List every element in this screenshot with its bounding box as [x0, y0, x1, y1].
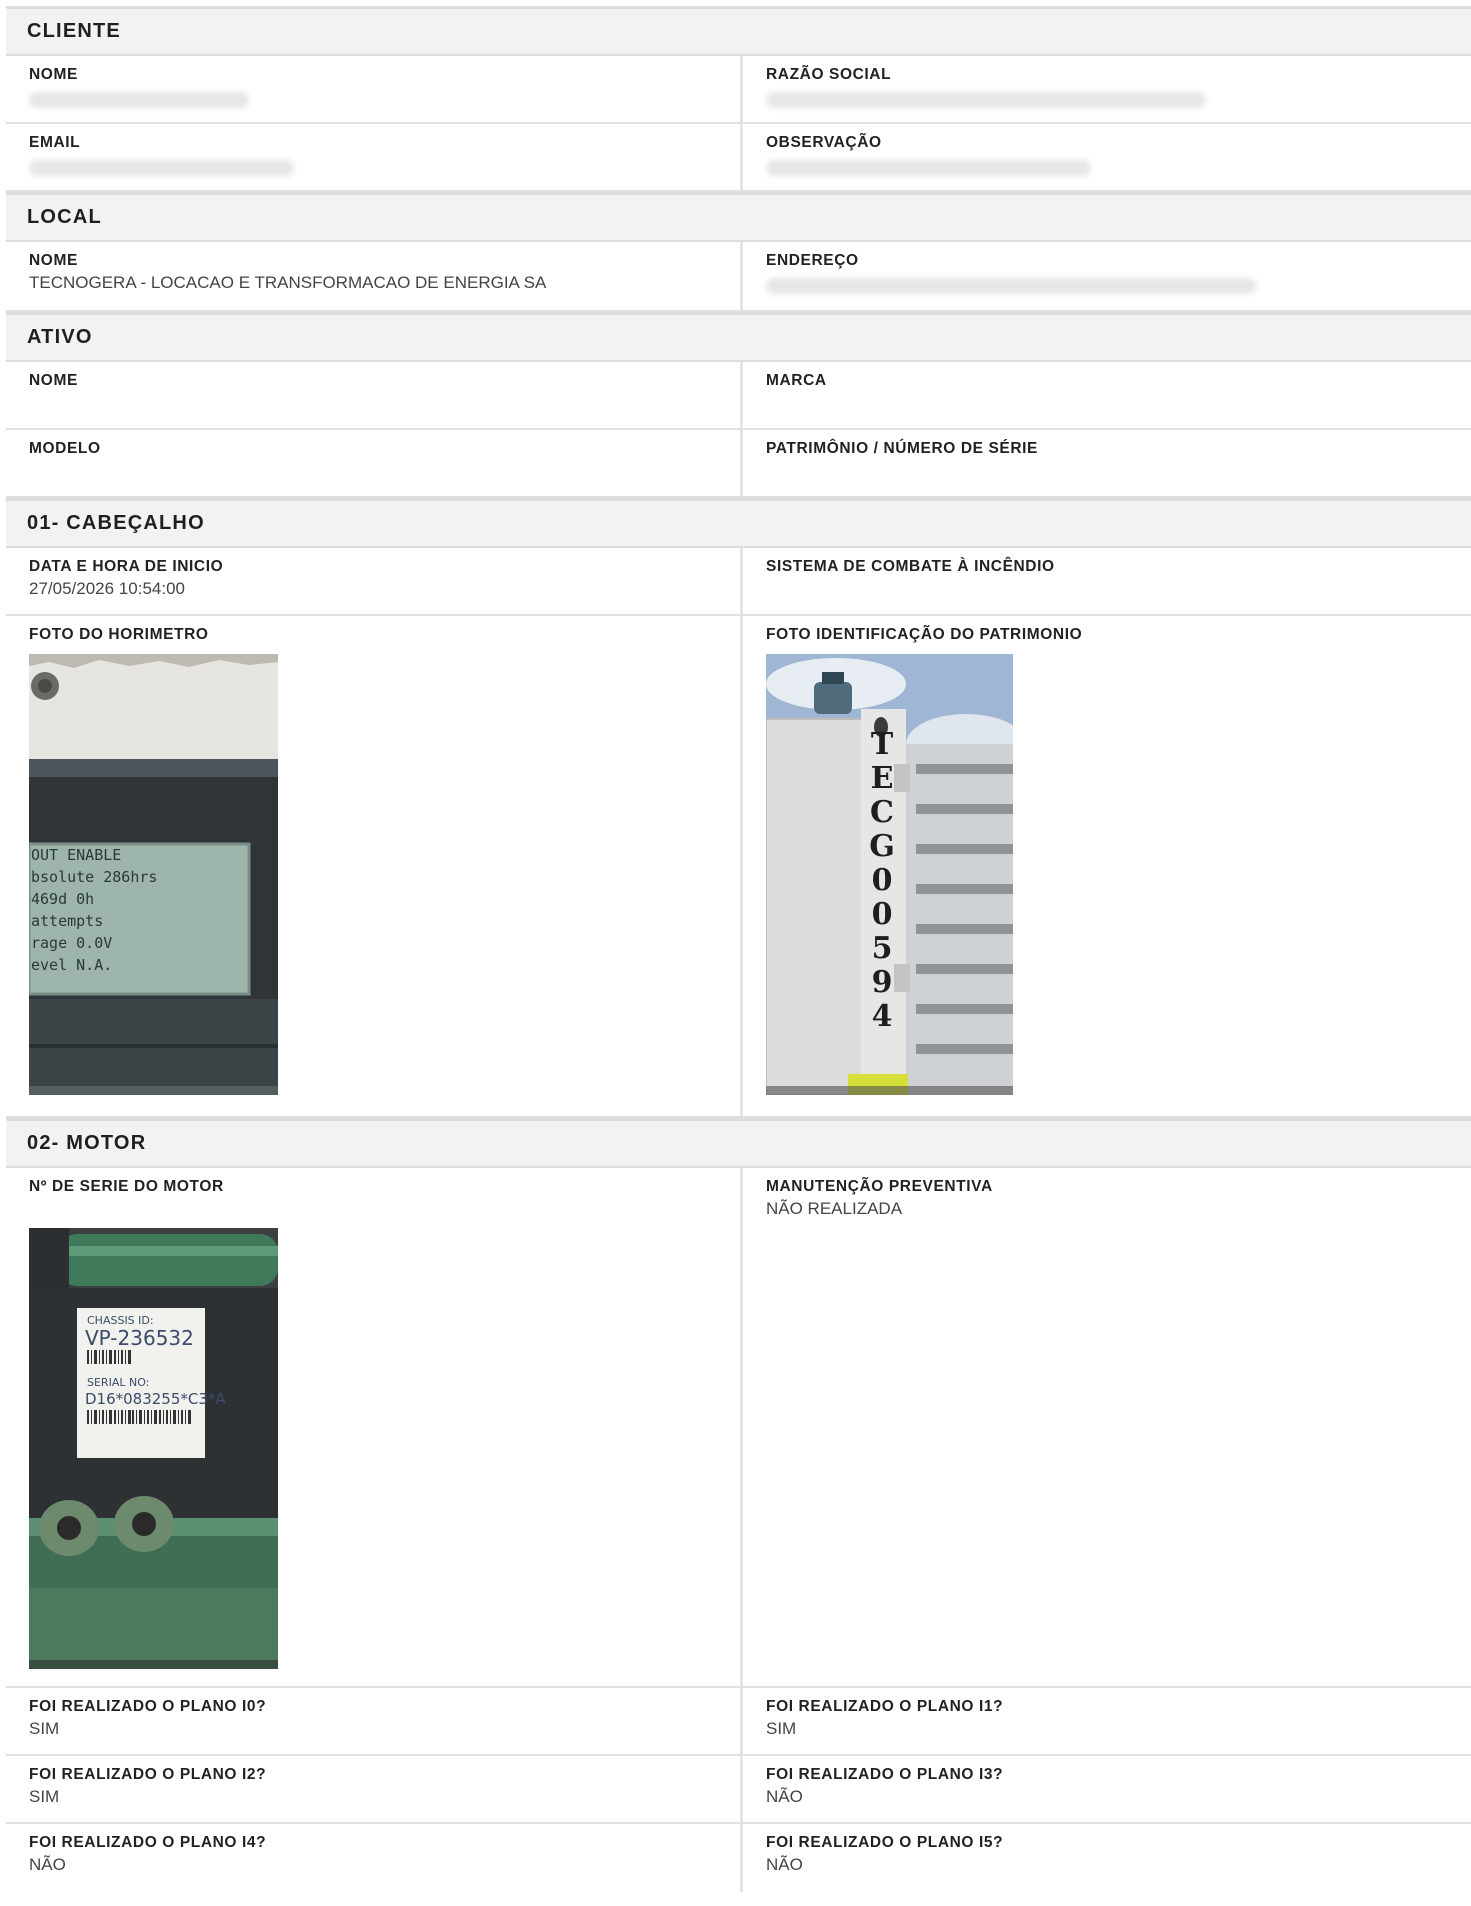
screen-line: evel N.A.	[31, 956, 112, 974]
row-cabecalho-1: DATA E HORA DE INICIO 27/05/2026 10:54:0…	[6, 548, 1471, 616]
field-value: NÃO	[766, 1855, 803, 1874]
row-planos-1: FOI REALIZADO O PLANO I0? SIM FOI REALIZ…	[6, 1688, 1471, 1756]
stencil-glyph: T	[871, 727, 894, 762]
field-value: SIM	[29, 1719, 60, 1738]
field-label: NOME	[29, 252, 78, 269]
stencil-glyph: G	[869, 829, 895, 864]
row-ativo-1: NOME MARCA	[6, 362, 1471, 430]
stencil-glyph: C	[870, 795, 894, 830]
stencil-glyph: E	[871, 761, 894, 796]
row-planos-2: FOI REALIZADO O PLANO I2? SIM FOI REALIZ…	[6, 1756, 1471, 1824]
row-local-1: NOME TECNOGERA - LOCACAO E TRANSFORMACAO…	[6, 242, 1471, 312]
field-label: FOI REALIZADO O PLANO I2?	[29, 1766, 267, 1783]
field-label: RAZÃO SOCIAL	[766, 66, 892, 83]
field-plano-i4: FOI REALIZADO O PLANO I4? NÃO	[6, 1824, 743, 1892]
section-ativo-title: ATIVO	[6, 312, 1471, 362]
field-plano-i3: FOI REALIZADO O PLANO I3? NÃO	[743, 1756, 1471, 1822]
plate-chassis-value: VP-236532	[85, 1326, 194, 1350]
field-label: EMAIL	[29, 134, 81, 151]
field-value: 27/05/2026 10:54:00	[29, 579, 185, 598]
field-sistema-combate-incendio: SISTEMA DE COMBATE À INCÊNDIO	[743, 548, 1471, 614]
field-local-endereco: ENDEREÇO	[743, 242, 1471, 310]
field-label: SISTEMA DE COMBATE À INCÊNDIO	[766, 558, 1055, 575]
row-ativo-2: MODELO PATRIMÔNIO / NÚMERO DE SÉRIE	[6, 430, 1471, 498]
motor-serial-photo[interactable]: CHASSIS ID: VP-236532 SERIAL NO: D16*083…	[29, 1228, 278, 1669]
field-label: PATRIMÔNIO / NÚMERO DE SÉRIE	[766, 440, 1038, 457]
field-ativo-patrimonio: PATRIMÔNIO / NÚMERO DE SÉRIE	[743, 430, 1471, 496]
field-serie-motor: Nº DE SERIE DO MOTOR CHASSIS ID: VP-2365…	[6, 1168, 743, 1686]
field-label: ENDEREÇO	[766, 252, 859, 269]
field-label: FOTO DO HORIMETRO	[29, 626, 209, 643]
field-label: MODELO	[29, 440, 101, 457]
field-cliente-observacao: OBSERVAÇÃO	[743, 124, 1471, 190]
row-motor-1: Nº DE SERIE DO MOTOR CHASSIS ID: VP-2365…	[6, 1168, 1471, 1688]
stencil-glyph: 9	[872, 965, 893, 1000]
field-label: DATA E HORA DE INICIO	[29, 558, 224, 575]
row-planos-3: FOI REALIZADO O PLANO I4? NÃO FOI REALIZ…	[6, 1824, 1471, 1892]
field-label: FOI REALIZADO O PLANO I5?	[766, 1834, 1004, 1851]
row-cliente-2: EMAIL OBSERVAÇÃO	[6, 124, 1471, 192]
field-local-nome: NOME TECNOGERA - LOCACAO E TRANSFORMACAO…	[6, 242, 743, 310]
field-plano-i0: FOI REALIZADO O PLANO I0? SIM	[6, 1688, 743, 1754]
field-label: FOTO IDENTIFICAÇÃO DO PATRIMONIO	[766, 626, 1083, 643]
screen-line: 469d 0h	[31, 890, 94, 908]
field-foto-patrimonio: FOTO IDENTIFICAÇÃO DO PATRIMONIO TECG005…	[743, 616, 1471, 1116]
field-plano-i1: FOI REALIZADO O PLANO I1? SIM	[743, 1688, 1471, 1754]
stencil-glyph: 0	[872, 863, 893, 898]
field-ativo-nome: NOME	[6, 362, 743, 428]
plate-serial-value: D16*083255*C3*A	[85, 1390, 226, 1408]
section-cabecalho-title: 01- CABEÇALHO	[6, 498, 1471, 548]
field-label: NOME	[29, 66, 78, 83]
screen-line: bsolute 286hrs	[31, 868, 157, 886]
stencil-glyph: 5	[872, 931, 893, 966]
field-plano-i5: FOI REALIZADO O PLANO I5? NÃO	[743, 1824, 1471, 1892]
field-cliente-razao-social: RAZÃO SOCIAL	[743, 56, 1471, 122]
redacted-value	[766, 92, 1206, 108]
field-manutencao-preventiva: MANUTENÇÃO PREVENTIVA NÃO REALIZADA	[743, 1168, 1471, 1686]
field-label: NOME	[29, 372, 78, 389]
field-cliente-nome: NOME	[6, 56, 743, 122]
row-cabecalho-fotos: FOTO DO HORIMETRO OUT ENABLE bsolute 286…	[6, 616, 1471, 1118]
field-foto-horimetro: FOTO DO HORIMETRO OUT ENABLE bsolute 286…	[6, 616, 743, 1116]
field-label: FOI REALIZADO O PLANO I1?	[766, 1698, 1004, 1715]
field-label: FOI REALIZADO O PLANO I4?	[29, 1834, 267, 1851]
field-label: FOI REALIZADO O PLANO I0?	[29, 1698, 267, 1715]
field-ativo-modelo: MODELO	[6, 430, 743, 496]
field-label: OBSERVAÇÃO	[766, 134, 882, 151]
report: CLIENTE NOME RAZÃO SOCIAL EMAIL OBSERVAÇ…	[6, 6, 1471, 1892]
field-value: SIM	[29, 1787, 60, 1806]
section-local-title: LOCAL	[6, 192, 1471, 242]
section-cliente-title: CLIENTE	[6, 6, 1471, 56]
redacted-value	[766, 160, 1091, 176]
field-data-hora-inicio: DATA E HORA DE INICIO 27/05/2026 10:54:0…	[6, 548, 743, 614]
field-value: NÃO REALIZADA	[766, 1199, 903, 1218]
screen-line: rage 0.0V	[31, 934, 112, 952]
plate-serial-label: SERIAL NO:	[87, 1376, 149, 1389]
field-value: NÃO	[29, 1855, 66, 1874]
stencil-glyph: 0	[872, 897, 893, 932]
redacted-value	[29, 92, 249, 108]
field-value: NÃO	[766, 1787, 803, 1806]
horimetro-photo[interactable]: OUT ENABLE bsolute 286hrs 469d 0h attemp…	[29, 654, 278, 1095]
redacted-value	[766, 278, 1256, 294]
redacted-value	[29, 160, 294, 176]
section-motor-title: 02- MOTOR	[6, 1118, 1471, 1168]
field-label: MARCA	[766, 372, 827, 389]
row-cliente-1: NOME RAZÃO SOCIAL	[6, 56, 1471, 124]
field-cliente-email: EMAIL	[6, 124, 743, 190]
screen-line: attempts	[31, 912, 103, 930]
patrimonio-stencil: TECG00594	[869, 727, 895, 1034]
field-ativo-marca: MARCA	[743, 362, 1471, 428]
field-plano-i2: FOI REALIZADO O PLANO I2? SIM	[6, 1756, 743, 1822]
field-label: FOI REALIZADO O PLANO I3?	[766, 1766, 1004, 1783]
field-value: SIM	[766, 1719, 797, 1738]
field-value: TECNOGERA - LOCACAO E TRANSFORMACAO DE E…	[29, 273, 547, 292]
field-label: Nº DE SERIE DO MOTOR	[29, 1178, 224, 1195]
screen-line: OUT ENABLE	[31, 846, 121, 864]
field-label: MANUTENÇÃO PREVENTIVA	[766, 1178, 993, 1195]
stencil-glyph: 4	[872, 999, 893, 1034]
patrimonio-photo[interactable]: TECG00594	[766, 654, 1013, 1095]
